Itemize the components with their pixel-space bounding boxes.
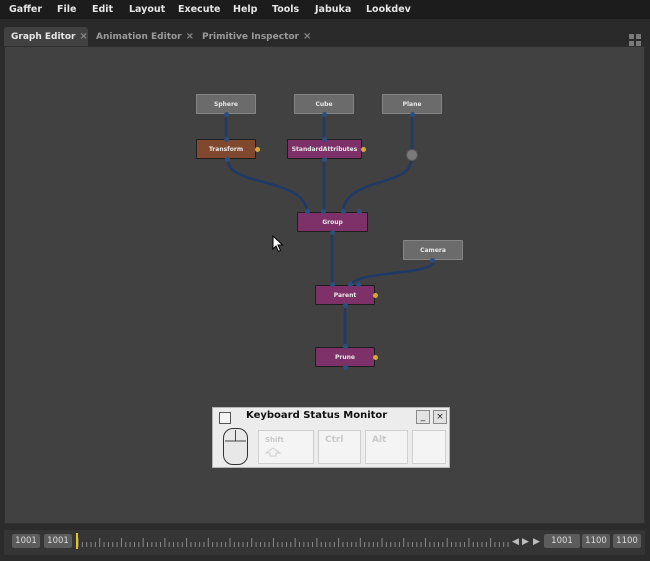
- input-plug[interactable]: [224, 137, 229, 142]
- output-plug[interactable]: [343, 303, 348, 308]
- node-label: Camera: [420, 247, 446, 254]
- side-output-plug[interactable]: [373, 293, 378, 298]
- menu-file[interactable]: File: [57, 0, 76, 19]
- menu-execute[interactable]: Execute: [178, 0, 220, 19]
- key-label: Ctrl: [325, 435, 344, 445]
- minimize-button[interactable]: _: [416, 410, 430, 424]
- input-plug[interactable]: [341, 209, 346, 214]
- input-plug[interactable]: [321, 209, 326, 214]
- node-label: Group: [322, 219, 343, 226]
- ctrl-key-indicator: Ctrl: [318, 430, 361, 464]
- menu-gaffer[interactable]: Gaffer: [9, 0, 42, 19]
- output-plug[interactable]: [322, 157, 327, 162]
- frame-ruler[interactable]: [76, 532, 510, 550]
- menu-help[interactable]: Help: [233, 0, 257, 19]
- keyboard-status-monitor-window: Keyboard Status Monitor _ × Shift Ctrl A…: [212, 407, 450, 468]
- menu-layout[interactable]: Layout: [129, 0, 165, 19]
- dot-node[interactable]: [406, 149, 418, 161]
- tab-label: Graph Editor: [11, 32, 76, 42]
- node-transform[interactable]: Transform: [196, 139, 256, 159]
- close-icon[interactable]: ×: [303, 31, 311, 42]
- node-label: Transform: [208, 146, 244, 153]
- input-plug[interactable]: [348, 282, 353, 287]
- key-label: Shift: [265, 436, 284, 444]
- output-plug[interactable]: [224, 112, 229, 117]
- output-plug[interactable]: [430, 258, 435, 263]
- output-plug[interactable]: [343, 365, 348, 370]
- node-label: Prune: [335, 354, 355, 361]
- input-plug[interactable]: [357, 209, 362, 214]
- node-parent[interactable]: Parent: [315, 285, 375, 305]
- node-label: Sphere: [214, 101, 238, 108]
- node-standard-attributes[interactable]: StandardAttributes: [287, 139, 362, 159]
- node-label: StandardAttributes: [291, 146, 358, 153]
- tab-primitive-inspector[interactable]: Primitive Inspector ×: [202, 27, 311, 46]
- node-prune[interactable]: Prune: [315, 347, 375, 367]
- layout-grid-icon[interactable]: [629, 31, 641, 46]
- tab-graph-editor[interactable]: Graph Editor ×: [4, 27, 88, 46]
- close-button[interactable]: ×: [433, 410, 447, 424]
- close-icon[interactable]: ×: [186, 31, 194, 42]
- node-cube[interactable]: Cube: [294, 94, 354, 114]
- extra-key-indicator: [412, 430, 446, 464]
- close-icon[interactable]: ×: [79, 31, 87, 42]
- alt-key-indicator: Alt: [365, 430, 408, 464]
- shift-key-indicator: Shift: [258, 430, 314, 464]
- node-sphere[interactable]: Sphere: [196, 94, 256, 114]
- input-plug[interactable]: [305, 209, 310, 214]
- range-end-field[interactable]: 1100: [582, 534, 610, 548]
- side-output-plug[interactable]: [255, 147, 260, 152]
- step-forward-icon[interactable]: ▶: [533, 538, 540, 547]
- node-label: Parent: [333, 292, 357, 299]
- side-output-plug[interactable]: [361, 147, 366, 152]
- menu-bar: Gaffer File Edit Layout Execute Help Too…: [0, 0, 650, 19]
- menu-jabuka[interactable]: Jabuka: [315, 0, 351, 19]
- node-label: Cube: [315, 101, 333, 108]
- input-plug[interactable]: [330, 282, 335, 287]
- end-frame-field[interactable]: 1100: [613, 534, 641, 548]
- output-plug[interactable]: [410, 112, 415, 117]
- node-plane[interactable]: Plane: [382, 94, 442, 114]
- mouse-icon: [223, 428, 248, 465]
- menu-lookdev[interactable]: Lookdev: [366, 0, 411, 19]
- node-group[interactable]: Group: [297, 212, 368, 232]
- tab-label: Primitive Inspector: [202, 32, 299, 42]
- window-title: Keyboard Status Monitor: [246, 410, 388, 421]
- tab-label: Animation Editor: [96, 32, 182, 42]
- timeline-bar: 1001 1001 ◀ ▶ ▶ 1001 1100 1100: [0, 524, 650, 561]
- side-output-plug[interactable]: [373, 355, 378, 360]
- node-label: Plane: [402, 101, 422, 108]
- output-plug[interactable]: [225, 157, 230, 162]
- playhead[interactable]: [76, 533, 78, 549]
- mouse-cursor-icon: [272, 234, 284, 257]
- input-plug[interactable]: [343, 344, 348, 349]
- step-back-icon[interactable]: ◀: [512, 538, 519, 547]
- node-camera[interactable]: Camera: [403, 240, 463, 260]
- input-plug[interactable]: [322, 137, 327, 142]
- tab-animation-editor[interactable]: Animation Editor ×: [96, 27, 194, 46]
- output-plug[interactable]: [322, 112, 327, 117]
- menu-tools[interactable]: Tools: [272, 0, 299, 19]
- output-plug[interactable]: [330, 230, 335, 235]
- current-frame-field[interactable]: 1001: [44, 534, 72, 548]
- window-titlebar[interactable]: Keyboard Status Monitor _ ×: [213, 408, 451, 427]
- key-label: Alt: [372, 435, 387, 445]
- menu-edit[interactable]: Edit: [92, 0, 113, 19]
- input-plug[interactable]: [356, 282, 361, 287]
- start-frame-field[interactable]: 1001: [12, 534, 40, 548]
- play-icon[interactable]: ▶: [522, 538, 529, 547]
- shift-arrow-icon: [265, 447, 281, 457]
- range-start-field[interactable]: 1001: [544, 534, 580, 548]
- window-menu-icon[interactable]: [219, 412, 231, 424]
- editor-tab-row: Graph Editor × Animation Editor × Primitiv…: [0, 19, 650, 46]
